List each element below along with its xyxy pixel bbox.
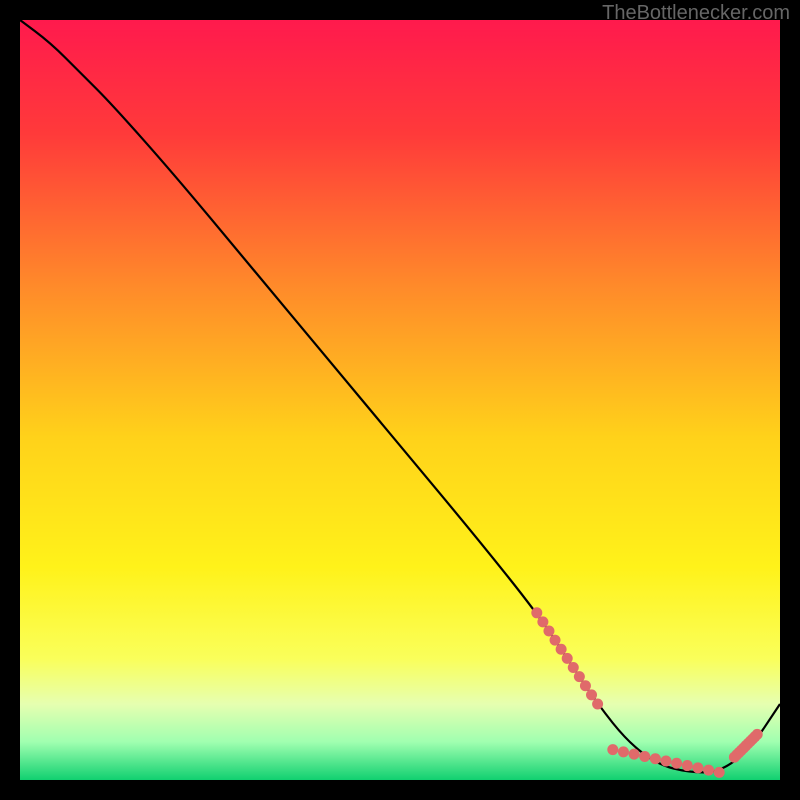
highlight-dot <box>639 751 650 762</box>
highlight-dot <box>650 753 661 764</box>
highlight-dot <box>562 653 573 664</box>
highlight-dot <box>671 758 682 769</box>
highlight-dot <box>703 765 714 776</box>
highlight-dot <box>607 744 618 755</box>
highlight-dot <box>629 749 640 760</box>
highlight-dot <box>550 635 561 646</box>
highlight-dot <box>537 616 548 627</box>
highlight-dot <box>574 671 585 682</box>
highlight-marks <box>531 607 762 778</box>
highlight-dot <box>714 767 725 778</box>
attribution-text: TheBottlenecker.com <box>602 2 790 25</box>
highlight-dot <box>592 699 603 710</box>
highlight-dot <box>586 689 597 700</box>
highlight-dot <box>661 756 672 767</box>
chart-plot-area <box>20 20 780 780</box>
highlight-dot <box>556 644 567 655</box>
highlight-dot <box>580 680 591 691</box>
highlight-dot <box>531 607 542 618</box>
bottleneck-curve-line <box>20 20 780 772</box>
highlight-dot <box>618 746 629 757</box>
highlight-dot <box>682 760 693 771</box>
highlight-dot <box>752 729 763 740</box>
highlight-dot <box>568 662 579 673</box>
highlight-dot <box>692 762 703 773</box>
highlight-dot <box>543 626 554 637</box>
chart-curve-layer <box>20 20 780 780</box>
